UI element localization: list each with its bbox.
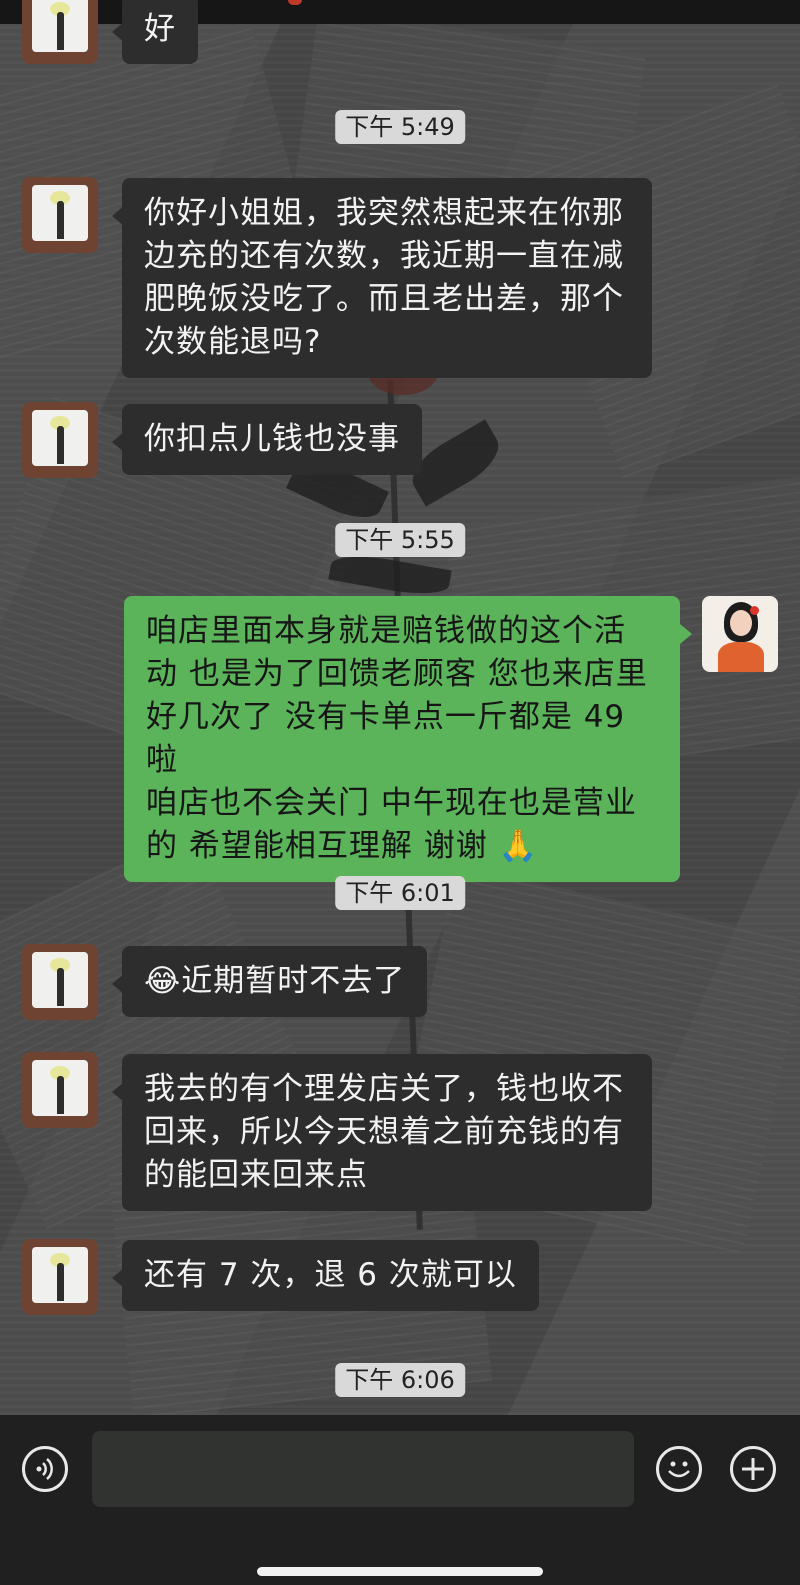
message-line: 的能回来回来点 bbox=[144, 1157, 368, 1193]
timestamp: 下午 6:06 bbox=[335, 1363, 465, 1397]
voice-button[interactable] bbox=[22, 1446, 68, 1492]
message-text: 还有 7 次，退 6 次就可以 bbox=[144, 1257, 517, 1293]
message-text: 好 bbox=[144, 11, 176, 47]
timestamp: 下午 5:55 bbox=[335, 523, 465, 557]
message-bubble[interactable]: 你好小姐姐，我突然想起来在你那 边充的还有次数，我近期一直在减 肥晚饭没吃了。而… bbox=[112, 178, 652, 378]
message-line: 动 也是为了回馈老顾客 您也来店里 bbox=[146, 656, 648, 692]
contact-avatar[interactable] bbox=[22, 0, 98, 64]
emoji-button[interactable] bbox=[656, 1446, 702, 1492]
praying-hands-emoji: 🙏 bbox=[498, 828, 539, 864]
emoji-smile-icon bbox=[668, 1461, 690, 1478]
message-line: 回来，所以今天想着之前充钱的有 bbox=[144, 1114, 624, 1150]
message-line: 你好小姐姐，我突然想起来在你那 bbox=[144, 195, 624, 231]
message-bubble[interactable]: 好 bbox=[112, 0, 198, 64]
message-line: 边充的还有次数，我近期一直在减 bbox=[144, 238, 624, 274]
home-indicator[interactable] bbox=[257, 1567, 543, 1576]
message-line: 我去的有个理发店关了，钱也收不 bbox=[144, 1071, 624, 1107]
my-avatar[interactable] bbox=[702, 596, 778, 672]
message-line: 咱店也不会关门 中午现在也是营业 bbox=[146, 785, 637, 821]
message-text: 你扣点儿钱也没事 bbox=[144, 421, 400, 457]
contact-avatar[interactable] bbox=[22, 402, 98, 478]
message-line: 的 希望能相互理解 谢谢 🙏 bbox=[146, 825, 658, 868]
contact-avatar[interactable] bbox=[22, 177, 98, 253]
plus-button[interactable] bbox=[730, 1446, 776, 1492]
message-text: 近期暂时不去了 bbox=[181, 963, 406, 999]
message-line-text: 的 希望能相互理解 谢谢 bbox=[146, 828, 488, 864]
voice-icon bbox=[36, 1458, 53, 1480]
contact-avatar[interactable] bbox=[22, 944, 98, 1020]
composer-bar bbox=[0, 1415, 800, 1585]
contact-avatar[interactable] bbox=[22, 1052, 98, 1128]
plus-icon bbox=[742, 1458, 764, 1480]
status-bar bbox=[0, 0, 800, 24]
contact-avatar[interactable] bbox=[22, 1239, 98, 1315]
my-message-bubble[interactable]: 咱店里面本身就是赔钱做的这个活 动 也是为了回馈老顾客 您也来店里 好几次了 没… bbox=[124, 596, 692, 882]
message-line: 好几次了 没有卡单点一斤都是 49 啦 bbox=[146, 699, 626, 778]
message-line: 咱店里面本身就是赔钱做的这个活 bbox=[146, 613, 626, 649]
message-line: 肥晚饭没吃了。而且老出差，那个 bbox=[144, 281, 624, 317]
message-bubble[interactable]: 你扣点儿钱也没事 bbox=[112, 404, 422, 475]
message-line: 次数能退吗? bbox=[144, 324, 322, 360]
message-input[interactable] bbox=[92, 1431, 634, 1507]
message-bubble[interactable]: 还有 7 次，退 6 次就可以 bbox=[112, 1240, 539, 1311]
timestamp: 下午 6:01 bbox=[335, 876, 465, 910]
message-bubble[interactable]: 😂近期暂时不去了 bbox=[111, 946, 428, 1017]
timestamp: 下午 5:49 bbox=[335, 110, 465, 144]
message-bubble[interactable]: 我去的有个理发店关了，钱也收不 回来，所以今天想着之前充钱的有 的能回来回来点 bbox=[112, 1054, 652, 1211]
laughing-tears-emoji: 😂 bbox=[144, 963, 182, 999]
